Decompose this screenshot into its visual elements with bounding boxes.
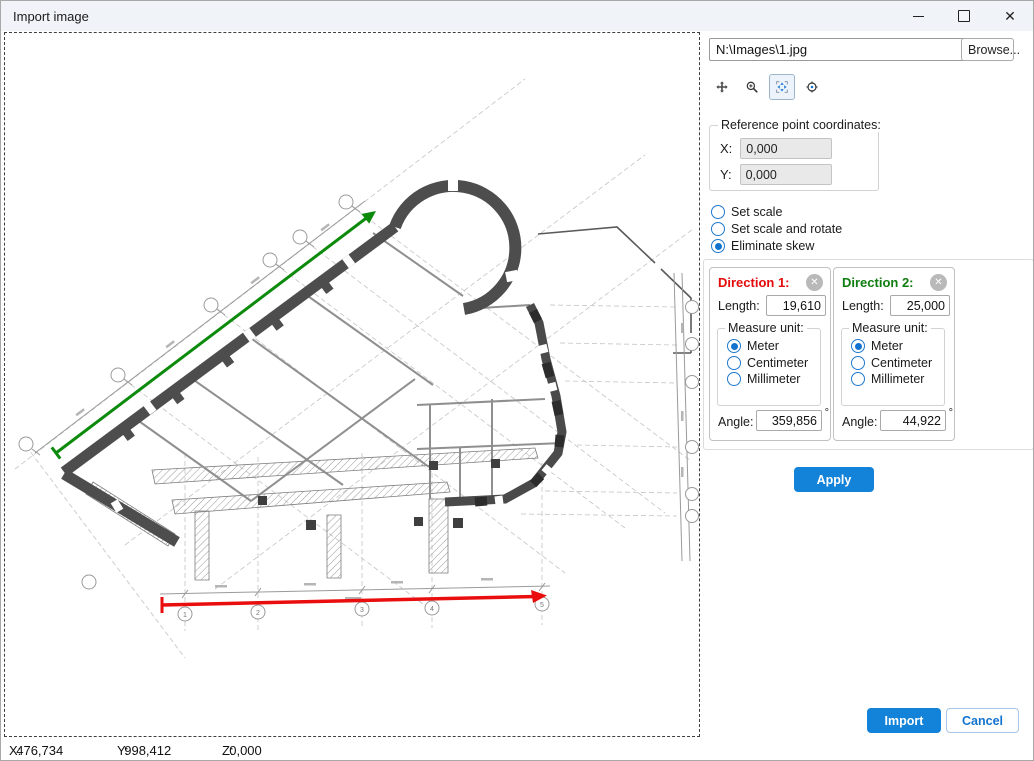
- reference-x-label: X:: [720, 141, 732, 156]
- direction-1-arrow[interactable]: [162, 590, 547, 613]
- reference-x-row: X: 0,000: [720, 138, 832, 159]
- direction-2-close-button[interactable]: ✕: [930, 274, 947, 291]
- measure-unit-title: Measure unit:: [725, 321, 807, 335]
- reference-y-field[interactable]: 0,000: [740, 164, 832, 185]
- mode-set-scale[interactable]: Set scale: [711, 205, 842, 219]
- radio-icon: [727, 356, 741, 370]
- direction-1-close-button[interactable]: ✕: [806, 274, 823, 291]
- direction-1-title: Direction 1:: [718, 275, 790, 290]
- reference-point-tool-button[interactable]: [799, 74, 825, 100]
- direction-1-measure-unit-group: Measure unit: Meter Centimeter Millimete…: [717, 328, 821, 406]
- floor-plan-drawing: 1 2 3 4 5: [5, 33, 699, 736]
- image-path-input[interactable]: [709, 38, 968, 61]
- degree-symbol: °: [949, 407, 953, 419]
- zoom-extents-icon: [776, 78, 788, 96]
- radio-icon-selected: [727, 339, 741, 353]
- svg-text:1: 1: [183, 612, 187, 619]
- angle-label: Angle:: [842, 415, 877, 429]
- image-preview-canvas[interactable]: 1 2 3 4 5: [4, 32, 700, 737]
- window-controls: ✕: [895, 1, 1033, 31]
- radio-icon: [711, 205, 725, 219]
- length-label: Length:: [842, 299, 884, 313]
- zoom-extents-tool-button[interactable]: [769, 74, 795, 100]
- radio-icon: [851, 372, 865, 386]
- minimize-icon: [913, 16, 924, 17]
- degree-symbol: °: [825, 407, 829, 419]
- pan-icon: [716, 78, 728, 96]
- direction-2-angle-input[interactable]: [880, 410, 946, 431]
- close-icon: ✕: [1004, 9, 1016, 23]
- main-walls: [64, 185, 562, 542]
- svg-text:3: 3: [360, 607, 364, 614]
- reference-y-row: Y: 0,000: [720, 164, 832, 185]
- radio-icon: [727, 372, 741, 386]
- annex-outline: [538, 227, 691, 353]
- length-label: Length:: [718, 299, 760, 313]
- direction-1-length-input[interactable]: [766, 295, 826, 316]
- import-image-dialog: Import image ✕: [0, 0, 1034, 761]
- settings-panel: Browse...: [700, 31, 1034, 761]
- radio-icon: [851, 356, 865, 370]
- direction-2-unit-centimeter[interactable]: Centimeter: [851, 356, 932, 370]
- direction-1-unit-millimeter[interactable]: Millimeter: [727, 372, 808, 386]
- maximize-button[interactable]: [941, 1, 987, 31]
- reference-point-icon: [806, 78, 818, 96]
- preview-toolbar: [709, 74, 825, 100]
- cancel-button[interactable]: Cancel: [946, 708, 1019, 733]
- zoom-in-tool-button[interactable]: [739, 74, 765, 100]
- svg-text:4: 4: [430, 606, 434, 613]
- reference-point-group: Reference point coordinates: X: 0,000 Y:…: [709, 125, 879, 191]
- mode-set-scale-and-rotate[interactable]: Set scale and rotate: [711, 222, 842, 236]
- pan-tool-button[interactable]: [709, 74, 735, 100]
- reference-y-label: Y:: [720, 167, 732, 182]
- direction-2-arrow[interactable]: [52, 211, 376, 459]
- browse-button[interactable]: Browse...: [961, 38, 1014, 61]
- direction-1-unit-centimeter[interactable]: Centimeter: [727, 356, 808, 370]
- hatched-walls: [86, 448, 538, 580]
- direction-1-unit-meter[interactable]: Meter: [727, 339, 808, 353]
- angle-label: Angle:: [718, 415, 753, 429]
- cursor-x-readout: X: 476,734: [9, 741, 16, 756]
- apply-button[interactable]: Apply: [794, 467, 874, 492]
- direction-2-measure-unit-group: Measure unit: Meter Centimeter Millimete…: [841, 328, 945, 406]
- radio-icon-selected: [711, 239, 725, 253]
- direction-2-unit-millimeter[interactable]: Millimeter: [851, 372, 932, 386]
- svg-text:5: 5: [540, 602, 544, 609]
- measure-unit-title: Measure unit:: [849, 321, 931, 335]
- dimension-lines: [32, 201, 690, 598]
- reference-x-field[interactable]: 0,000: [740, 138, 832, 159]
- zoom-in-icon: [746, 78, 758, 96]
- svg-text:2: 2: [256, 610, 260, 617]
- cursor-z-readout: Z: 0,000: [222, 741, 229, 756]
- minimize-button[interactable]: [895, 1, 941, 31]
- radio-icon-selected: [851, 339, 865, 353]
- reference-point-group-title: Reference point coordinates:: [718, 118, 884, 132]
- direction-1-panel: Direction 1: ✕ Length: Measure unit: Met…: [709, 267, 831, 441]
- maximize-icon: [958, 10, 970, 22]
- close-button[interactable]: ✕: [987, 1, 1033, 31]
- window-title: Import image: [13, 9, 89, 24]
- titlebar: Import image ✕: [1, 1, 1033, 31]
- direction-1-angle-input[interactable]: [756, 410, 822, 431]
- cursor-y-readout: Y: 998,412: [117, 741, 124, 756]
- direction-2-unit-meter[interactable]: Meter: [851, 339, 932, 353]
- mode-eliminate-skew[interactable]: Eliminate skew: [711, 239, 842, 253]
- direction-2-title: Direction 2:: [842, 275, 914, 290]
- direction-2-panel: Direction 2: ✕ Length: Measure unit: Met…: [833, 267, 955, 441]
- import-button[interactable]: Import: [867, 708, 941, 733]
- direction-2-length-input[interactable]: [890, 295, 950, 316]
- status-bar: X: 476,734 Y: 998,412 Z: 0,000: [4, 739, 698, 761]
- mode-options: Set scale Set scale and rotate Eliminate…: [711, 205, 842, 253]
- radio-icon: [711, 222, 725, 236]
